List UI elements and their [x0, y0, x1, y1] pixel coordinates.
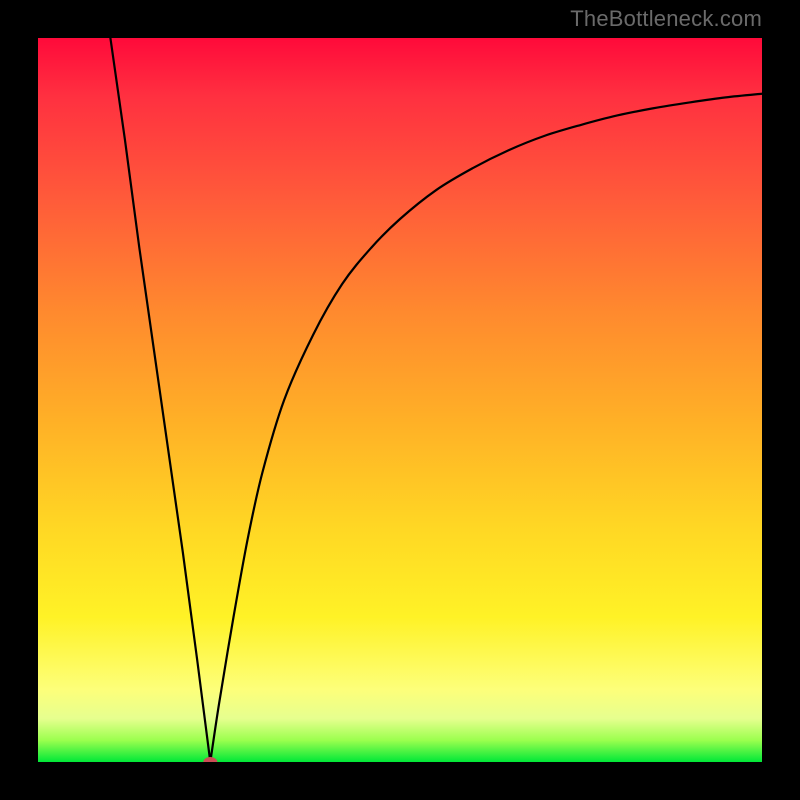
- attribution-text: TheBottleneck.com: [570, 6, 762, 32]
- chart-plot-area: [38, 38, 762, 762]
- bottleneck-curve: [38, 38, 762, 762]
- chart-frame: TheBottleneck.com: [0, 0, 800, 800]
